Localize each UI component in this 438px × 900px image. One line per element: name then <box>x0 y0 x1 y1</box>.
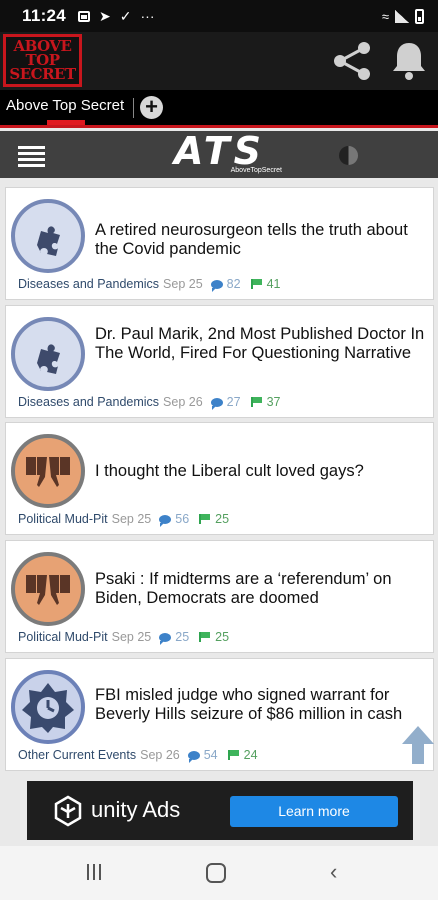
replies-icon <box>159 632 172 645</box>
flag-count: 41 <box>266 277 281 291</box>
clock-badge-icon <box>11 670 85 744</box>
flag-count: 25 <box>215 512 230 526</box>
flag-count: 24 <box>243 748 258 762</box>
ats-logo[interactable]: ABOVE TOP SECRET <box>3 34 82 87</box>
ad-banner[interactable]: unity Ads Learn more <box>27 781 413 840</box>
active-tab-indicator <box>47 120 85 125</box>
flag-count: 25 <box>215 630 230 644</box>
status-time: 11:24 <box>22 6 67 25</box>
thread-card[interactable]: FBI misled judge who signed warrant for … <box>5 658 434 771</box>
thread-card[interactable]: Psaki : If midterms are a ‘referendum’ o… <box>5 540 434 653</box>
puzzle-icon <box>11 317 85 391</box>
flag-icon <box>250 279 263 289</box>
flag-icon <box>199 632 211 642</box>
reply-count: 27 <box>226 395 241 409</box>
download-done-icon: ✓ <box>119 7 132 24</box>
reply-count: 54 <box>203 748 218 762</box>
nav-bar: ATS AboveTopSecret <box>0 131 438 178</box>
replies-icon <box>159 514 172 527</box>
thread-card[interactable]: A retired neurosurgeon tells the truth a… <box>5 187 434 300</box>
thread-category[interactable]: Political Mud-Pit <box>18 630 108 644</box>
thread-meta: Diseases and Pandemics Sep 26 27 37 <box>18 395 281 410</box>
ad-brand: unity Ads <box>91 797 181 822</box>
logo-line-3: SECRET <box>9 65 76 83</box>
thread-category[interactable]: Diseases and Pandemics <box>18 395 159 409</box>
telegram-icon: ➤ <box>99 7 111 24</box>
replies-icon <box>210 279 223 292</box>
app-header: ABOVE TOP SECRET <box>0 32 438 90</box>
signal-icon <box>395 9 409 23</box>
recents-icon[interactable] <box>87 864 105 882</box>
ats-brand-logo[interactable]: ATS AboveTopSecret <box>157 129 282 175</box>
notification-icons: ➤ ✓ ··· <box>78 7 155 25</box>
thread-meta: Political Mud-Pit Sep 25 25 25 <box>18 630 230 645</box>
tab-divider <box>133 98 134 118</box>
scroll-top-icon[interactable] <box>400 724 436 766</box>
back-icon[interactable]: ‹ <box>330 861 350 883</box>
ats-logo-sub: AboveTopSecret <box>230 167 282 174</box>
thread-date: Sep 26 <box>163 395 203 409</box>
unity-logo-icon <box>54 795 82 827</box>
bell-icon[interactable] <box>390 40 428 82</box>
gallery-icon <box>78 10 91 22</box>
reply-count: 82 <box>226 277 241 291</box>
share-icon[interactable] <box>331 40 373 82</box>
replies-icon <box>187 750 200 763</box>
status-bar: 11:24 ➤ ✓ ··· ≈ <box>0 0 438 32</box>
thread-title[interactable]: A retired neurosurgeon tells the truth a… <box>95 221 425 259</box>
system-nav-bar: ‹ <box>0 846 438 900</box>
thread-card[interactable]: Dr. Paul Marik, 2nd Most Published Docto… <box>5 305 434 418</box>
thread-title[interactable]: Dr. Paul Marik, 2nd Most Published Docto… <box>95 325 425 363</box>
thread-title[interactable]: I thought the Liberal cult loved gays? <box>95 462 425 481</box>
flag-icon <box>199 514 211 524</box>
ats-logo-text: ATS <box>173 129 266 173</box>
puzzle-icon <box>11 199 85 273</box>
thread-meta: Political Mud-Pit Sep 25 56 25 <box>18 512 230 527</box>
flag-icon <box>227 750 240 760</box>
thread-category[interactable]: Political Mud-Pit <box>18 512 108 526</box>
flag-icon <box>250 397 263 407</box>
thread-date: Sep 25 <box>111 512 152 526</box>
thread-meta: Other Current Events Sep 26 54 24 <box>18 748 258 763</box>
menu-icon[interactable] <box>18 146 45 167</box>
tab-bar: Above Top Secret + <box>0 90 438 128</box>
thumbs-down-icon <box>11 434 85 508</box>
thread-date: Sep 26 <box>140 748 180 762</box>
learn-more-button[interactable]: Learn more <box>230 796 398 827</box>
thread-category[interactable]: Other Current Events <box>18 748 136 762</box>
tab-above-top-secret[interactable]: Above Top Secret <box>6 97 124 114</box>
flag-count: 37 <box>266 395 281 409</box>
system-indicators: ≈ <box>381 8 424 24</box>
battery-icon <box>415 8 424 24</box>
thread-date: Sep 25 <box>163 277 203 291</box>
thumbs-down-icon <box>11 552 85 626</box>
thread-date: Sep 25 <box>111 630 152 644</box>
theme-toggle-icon[interactable] <box>339 146 358 165</box>
add-tab-button[interactable]: + <box>140 96 163 119</box>
home-icon[interactable] <box>206 863 226 883</box>
thread-title[interactable]: Psaki : If midterms are a ‘referendum’ o… <box>95 570 425 608</box>
thread-meta: Diseases and Pandemics Sep 25 82 41 <box>18 277 281 292</box>
wifi-icon: ≈ <box>381 8 389 24</box>
thread-card[interactable]: I thought the Liberal cult loved gays? P… <box>5 422 434 535</box>
more-notifications: ··· <box>140 8 155 24</box>
reply-count: 25 <box>175 630 190 644</box>
reply-count: 56 <box>175 512 190 526</box>
thread-title[interactable]: FBI misled judge who signed warrant for … <box>95 686 425 724</box>
thread-category[interactable]: Diseases and Pandemics <box>18 277 159 291</box>
replies-icon <box>210 397 223 410</box>
